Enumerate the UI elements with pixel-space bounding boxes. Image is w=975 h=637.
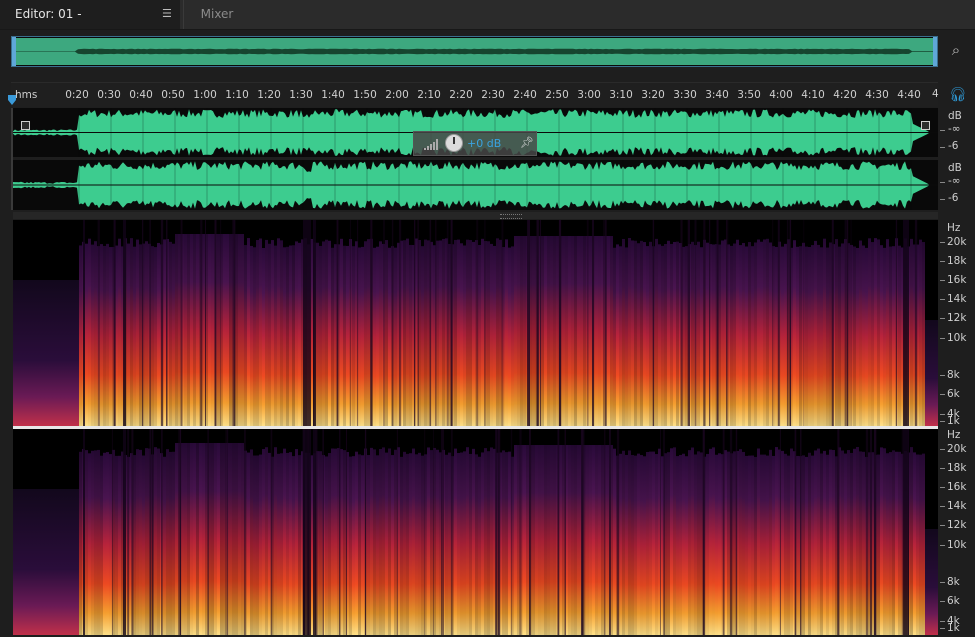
frequency-tick-label: 18k: [947, 255, 967, 267]
frequency-tick-label: 20k: [947, 236, 967, 248]
splitter-grip-icon[interactable]: [500, 214, 522, 219]
amplitude-bottom-label: -6: [948, 192, 959, 204]
frequency-tick-label: 10k: [947, 539, 967, 551]
frequency-scale-channel-2: Hz 20k 18k 16k 14k 12k 10k 8k 6k 4k 1k: [940, 429, 975, 635]
editor-tab-bar: Editor: 01 - Totengasse.mp3 ☰ Mixer: [0, 0, 975, 50]
overview-envelope: [12, 48, 936, 55]
ruler-tick-label: 3:00: [577, 89, 601, 101]
frequency-tick-label: 12k: [947, 312, 967, 324]
ruler-tick-label: 3:40: [705, 89, 729, 101]
tab-mixer[interactable]: Mixer: [183, 0, 250, 29]
time-ruler[interactable]: hms 0:20 0:30 0:40 0:50 1:00 1:10 1:20 1:30 1:40…: [11, 82, 938, 107]
ruler-tick-label: 2:30: [481, 89, 505, 101]
ruler-tick-label: 2:50: [545, 89, 569, 101]
frequency-tick-label: 8k: [947, 576, 960, 588]
frequency-tick-label: 1k: [947, 622, 960, 634]
frequency-tick-label: 1k: [947, 415, 960, 427]
hamburger-menu-icon[interactable]: ☰: [162, 8, 172, 20]
ruler-tick-label: 3:30: [673, 89, 697, 101]
ruler-tick-label: 2:10: [417, 89, 441, 101]
ruler-tick-label: 4:20: [833, 89, 857, 101]
ruler-tick-label: 3:50: [737, 89, 761, 101]
amplitude-scale-channel-2: dB -∞ -6: [940, 160, 975, 210]
ruler-tick-label: 1:10: [225, 89, 249, 101]
ruler-unit-label: hms: [15, 89, 38, 101]
fade-out-handle[interactable]: [921, 121, 930, 130]
amplitude-unit: dB: [948, 162, 962, 174]
amplitude-unit: dB: [948, 110, 962, 122]
ruler-tick-label: 0:50: [161, 89, 185, 101]
ruler-end-label: 4: [932, 88, 939, 100]
spectrogram-channel-1: [13, 220, 938, 426]
spectral-display-channel-2[interactable]: [13, 429, 938, 635]
ruler-tick-label: 0:40: [129, 89, 153, 101]
frequency-tick-label: 14k: [947, 500, 967, 512]
spectral-display-channel-1[interactable]: [13, 220, 938, 426]
ruler-tick-label: 1:20: [257, 89, 281, 101]
playhead-marker[interactable]: [8, 95, 16, 105]
ruler-tick-label: 3:10: [609, 89, 633, 101]
ruler-tick-label: 4:30: [865, 89, 889, 101]
ruler-tick-label: 4:40: [897, 89, 921, 101]
headphones-icon[interactable]: 🎧︎: [949, 88, 967, 102]
waveform-spectral-splitter[interactable]: [13, 212, 938, 219]
level-meter-icon: [424, 139, 438, 150]
frequency-tick-label: 12k: [947, 519, 967, 531]
fade-in-handle[interactable]: [21, 121, 30, 130]
amplitude-top-label: -∞: [948, 175, 961, 187]
frequency-scale-channel-1: Hz 20k 18k 16k 14k 12k 10k 8k 6k 4k 1k: [940, 222, 975, 428]
volume-knob-icon[interactable]: [445, 134, 463, 152]
spectrogram-channel-2: [13, 429, 938, 635]
waveform-channel-2-shape: [13, 160, 938, 210]
amplitude-top-label: -∞: [948, 123, 961, 135]
frequency-tick-label: 18k: [947, 462, 967, 474]
ruler-tick-label: 1:50: [353, 89, 377, 101]
waveform-channel-2[interactable]: [13, 160, 938, 210]
zoom-navigator-icon[interactable]: ⌕: [946, 40, 966, 60]
amplitude-scale-channel-1: dB -∞ -6: [940, 108, 975, 157]
volume-hud[interactable]: +0 dB 📌︎: [413, 131, 537, 156]
ruler-tick-label: 2:00: [385, 89, 409, 101]
ruler-tick-label: 4:00: [769, 89, 793, 101]
frequency-unit: Hz: [947, 222, 961, 234]
frequency-tick-label: 16k: [947, 274, 967, 286]
frequency-tick-label: 10k: [947, 332, 967, 344]
frequency-tick-label: 16k: [947, 481, 967, 493]
ruler-tick-label: 1:00: [193, 89, 217, 101]
ruler-tick-label: 1:30: [289, 89, 313, 101]
frequency-tick-label: 20k: [947, 443, 967, 455]
overview-range-handle-right[interactable]: [933, 37, 937, 66]
ruler-tick-label: 0:20: [65, 89, 89, 101]
overview-range-handle-left[interactable]: [12, 37, 16, 66]
frequency-tick-label: 6k: [947, 388, 960, 400]
ruler-tick-label: 4:10: [801, 89, 825, 101]
frequency-tick-label: 8k: [947, 369, 960, 381]
ruler-tick-label: 1:40: [321, 89, 345, 101]
frequency-tick-label: 6k: [947, 595, 960, 607]
overview-waveform[interactable]: [11, 36, 938, 67]
ruler-tick-label: 2:20: [449, 89, 473, 101]
ruler-tick-label: 2:40: [513, 89, 537, 101]
pin-icon[interactable]: 📌︎: [520, 136, 534, 149]
gain-value[interactable]: +0 dB: [467, 137, 501, 150]
frequency-tick-label: 14k: [947, 293, 967, 305]
ruler-tick-label: 3:20: [641, 89, 665, 101]
tab-editor[interactable]: Editor: 01 - Totengasse.mp3 ☰: [0, 0, 180, 50]
amplitude-bottom-label: -6: [948, 140, 959, 152]
ruler-tick-label: 0:30: [97, 89, 121, 101]
frequency-unit: Hz: [947, 429, 961, 441]
